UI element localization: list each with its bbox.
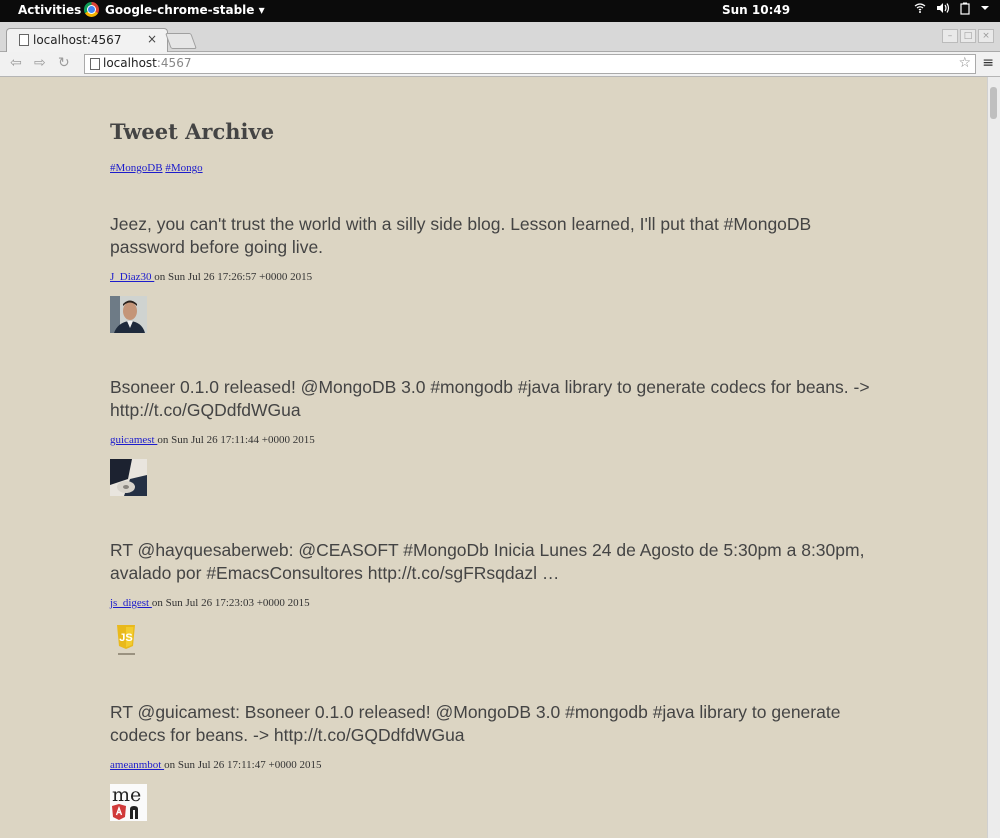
tweet-text: RT @guicamest: Bsoneer 0.1.0 released! @… <box>110 702 841 745</box>
avatar[interactable]: JS <box>110 622 147 659</box>
tweet-user-link[interactable]: guicamest <box>110 434 157 446</box>
tab-title: localhost:4567 <box>33 33 122 47</box>
reload-icon[interactable]: ↻ <box>58 55 70 71</box>
system-top-bar: Activities Google-chrome-stable ▾ Sun 10… <box>0 0 1000 22</box>
maximize-icon[interactable]: □ <box>960 29 976 43</box>
close-tab-icon[interactable]: × <box>147 32 157 46</box>
tweet-text: Jeez, you can't trust the world with a s… <box>110 214 812 257</box>
battery-icon <box>960 2 970 18</box>
volume-icon <box>936 2 950 18</box>
tweet-date: on Sun Jul 26 17:11:44 +0000 2015 <box>157 434 315 446</box>
bookmark-star-icon[interactable]: ☆ <box>958 55 971 71</box>
clock[interactable]: Sun 10:49 <box>722 3 790 17</box>
svg-text:me: me <box>112 784 141 806</box>
vertical-scrollbar[interactable] <box>987 77 1000 838</box>
page-icon <box>90 58 100 70</box>
close-window-icon[interactable]: × <box>978 29 994 43</box>
page-title: Tweet Archive <box>110 119 275 144</box>
avatar[interactable]: me <box>110 784 147 821</box>
url-text: localhost:4567 <box>103 56 192 70</box>
system-menu-icon <box>980 2 990 18</box>
wifi-icon <box>914 2 926 18</box>
person-photo-icon <box>110 296 147 333</box>
menu-icon[interactable]: ≡ <box>982 55 994 71</box>
tweet-text: RT @hayquesaberweb: @CEASOFT #MongoDb In… <box>110 540 865 583</box>
tab-localhost[interactable]: localhost:4567 × <box>6 28 168 52</box>
tweet-user-link[interactable]: ameanmbot <box>110 759 164 771</box>
tweet-meta: js_digest on Sun Jul 26 17:23:03 +0000 2… <box>110 597 890 609</box>
tag-link-mongodb[interactable]: #MongoDB <box>110 162 163 174</box>
mean-logo-icon: me <box>110 784 147 821</box>
tweet-date: on Sun Jul 26 17:26:57 +0000 2015 <box>154 271 313 283</box>
window-controls: – □ × <box>942 29 994 43</box>
page-icon <box>19 34 29 46</box>
browser-toolbar: ⇦ ⇨ ↻ localhost:4567 ☆ ≡ <box>0 52 1000 77</box>
address-bar[interactable]: localhost:4567 ☆ <box>84 54 976 74</box>
activities-button[interactable]: Activities <box>18 3 81 17</box>
back-arrow-icon[interactable]: ⇦ <box>10 55 22 71</box>
tweet-date: on Sun Jul 26 17:11:47 +0000 2015 <box>164 759 322 771</box>
new-tab-button[interactable] <box>165 33 197 49</box>
tweet-user-link[interactable]: J_Diaz30 <box>110 271 154 283</box>
avatar[interactable] <box>110 296 147 333</box>
scrollbar-thumb[interactable] <box>990 87 997 119</box>
hashtag-links: #MongoDB #Mongo <box>110 162 203 174</box>
tweet-item: Jeez, you can't trust the world with a s… <box>110 213 890 333</box>
chrome-icon <box>84 2 99 17</box>
tweet-date: on Sun Jul 26 17:23:03 +0000 2015 <box>151 597 310 609</box>
app-menu[interactable]: Google-chrome-stable ▾ <box>84 2 265 17</box>
javascript-shield-icon: JS <box>117 625 135 655</box>
tweet-item: RT @hayquesaberweb: @CEASOFT #MongoDb In… <box>110 539 890 659</box>
minimize-icon[interactable]: – <box>942 29 958 43</box>
tweet-item: RT @guicamest: Bsoneer 0.1.0 released! @… <box>110 701 890 821</box>
avatar[interactable] <box>110 459 147 496</box>
tab-strip: localhost:4567 × – □ × <box>0 22 1000 52</box>
forward-arrow-icon[interactable]: ⇨ <box>34 55 46 71</box>
system-tray[interactable] <box>914 2 990 18</box>
tweet-meta: ameanmbot on Sun Jul 26 17:11:47 +0000 2… <box>110 759 890 771</box>
dark-photo-icon <box>110 459 147 496</box>
tag-link-mongo[interactable]: #Mongo <box>165 162 202 174</box>
svg-text:JS: JS <box>119 632 132 644</box>
tweet-item: Bsoneer 0.1.0 released! @MongoDB 3.0 #mo… <box>110 376 890 496</box>
tweet-meta: J_Diaz30 on Sun Jul 26 17:26:57 +0000 20… <box>110 271 890 283</box>
tweet-text: Bsoneer 0.1.0 released! @MongoDB 3.0 #mo… <box>110 377 870 420</box>
app-menu-label: Google-chrome-stable ▾ <box>105 2 265 17</box>
tweet-meta: guicamest on Sun Jul 26 17:11:44 +0000 2… <box>110 434 890 446</box>
page-viewport: Tweet Archive #MongoDB #Mongo Jeez, you … <box>0 77 988 838</box>
tweet-user-link[interactable]: js_digest <box>110 597 152 609</box>
